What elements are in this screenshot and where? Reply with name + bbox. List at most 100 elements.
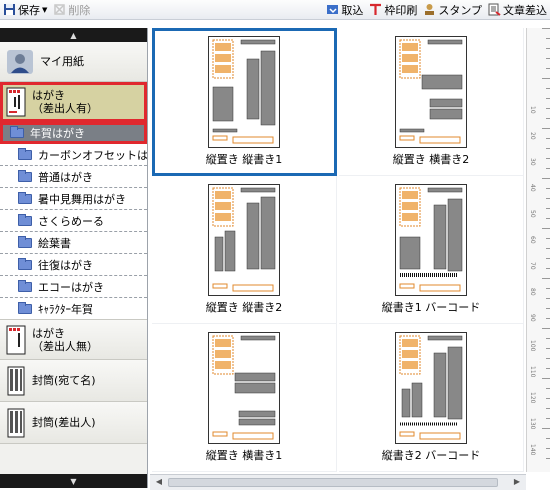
sidebar-item-envelope-from[interactable]: 封筒(差出人) xyxy=(0,402,147,444)
sidebar-subitem-nenga[interactable]: 年賀はがき xyxy=(0,122,147,144)
ruler-tick xyxy=(546,368,550,369)
scrollbar-thumb[interactable] xyxy=(168,478,498,487)
scroll-right-icon[interactable]: ▶ xyxy=(512,477,522,488)
template-cell[interactable]: 縦書き1 バーコード xyxy=(339,176,524,324)
ruler-tick xyxy=(542,228,550,229)
postcard-preview xyxy=(395,184,467,296)
ruler-number: 110 xyxy=(529,366,536,378)
ruler-tick xyxy=(546,58,550,59)
template-cell[interactable]: 縦置き 横書き2 xyxy=(339,28,524,176)
template-grid: 縦置き 縦書き1 縦置き 横書き2 縦置き 縦書き2 縦書き1 バーコード 縦置… xyxy=(150,28,524,472)
folder-icon xyxy=(18,169,32,182)
scroll-left-icon[interactable]: ◀ xyxy=(154,477,164,488)
folder-icon xyxy=(18,235,32,248)
sidebar-subitem-label: ｷｬﾗｸﾀｰ年賀 xyxy=(38,302,93,316)
ruler-tick xyxy=(542,328,550,329)
sidebar-subitem-label: 往復はがき xyxy=(38,258,93,272)
sidebar-item-postcard-no-sender[interactable]: はがき （差出人無） xyxy=(0,320,147,360)
stamp-button[interactable]: スタンプ xyxy=(420,1,485,19)
ruler-number: 20 xyxy=(529,132,536,140)
sidebar-subitem-label: エコーはがき xyxy=(38,280,104,294)
sidebar-subitem-label: 絵葉書 xyxy=(38,236,71,250)
sidebar-subitem-label: 暑中見舞用はがき xyxy=(38,192,126,206)
text-insert-button[interactable]: 文章差込 xyxy=(485,1,550,19)
ruler-tick xyxy=(546,288,550,289)
sidebar-subitem-summer[interactable]: 暑中見舞用はがき xyxy=(0,188,147,210)
sidebar-item-my-paper[interactable]: マイ用紙 xyxy=(0,42,147,82)
ruler-number: 90 xyxy=(529,314,536,322)
sidebar-item-text: はがき （差出人有） xyxy=(32,89,98,115)
save-button[interactable]: 保存 ▼ xyxy=(0,1,50,19)
sidebar-item-label: マイ用紙 xyxy=(40,55,84,68)
ruler-tick xyxy=(546,348,550,349)
sidebar-subitem-echo[interactable]: エコーはがき xyxy=(0,276,147,298)
template-cell[interactable]: 縦置き 横書き1 xyxy=(152,324,337,472)
sidebar-item-text: はがき （差出人無） xyxy=(32,327,98,353)
sidebar-subitem-sakura[interactable]: さくらめーる xyxy=(0,210,147,232)
import-label: 取込 xyxy=(341,3,364,17)
template-cell[interactable]: 縦書き2 バーコード xyxy=(339,324,524,472)
sidebar-subitem-normal[interactable]: 普通はがき xyxy=(0,166,147,188)
ruler-tick xyxy=(542,378,550,379)
chevron-down-icon[interactable]: ▼ xyxy=(42,6,47,14)
sidebar-scroll-up[interactable]: ▲ xyxy=(0,28,147,42)
sidebar-item-label: はがき xyxy=(32,326,65,340)
template-label: 縦書き2 バーコード xyxy=(381,449,481,462)
envelope-icon xyxy=(6,366,26,396)
ruler-tick xyxy=(542,278,550,279)
ruler-tick xyxy=(546,388,550,389)
toolbar: 保存 ▼ 削除 取込 枠印刷 スタンプ 文章差込 xyxy=(0,0,550,20)
frame-print-button[interactable]: 枠印刷 xyxy=(366,1,420,19)
delete-button[interactable]: 削除 xyxy=(50,1,93,19)
sidebar-scroll-down[interactable]: ▼ xyxy=(0,474,147,488)
ruler-tick xyxy=(546,358,550,359)
ruler-number: 70 xyxy=(529,262,536,270)
ruler-tick xyxy=(546,338,550,339)
postcard-preview xyxy=(208,36,280,148)
template-label: 縦置き 横書き1 xyxy=(205,449,283,462)
text-insert-label: 文章差込 xyxy=(503,3,547,17)
sidebar-subitem-picture[interactable]: 絵葉書 xyxy=(0,232,147,254)
sidebar-subitem-reply[interactable]: 往復はがき xyxy=(0,254,147,276)
sidebar-item-label: はがき xyxy=(32,88,65,102)
ruler-tick xyxy=(546,458,550,459)
postcard-preview xyxy=(208,332,280,444)
folder-icon xyxy=(18,301,32,314)
sidebar-item-label: 封筒(宛て名) xyxy=(32,374,96,387)
horizontal-scrollbar[interactable]: ◀ ▶ xyxy=(150,474,526,490)
sidebar-subitem-character[interactable]: ｷｬﾗｸﾀｰ年賀 xyxy=(0,298,147,320)
postcard-icon xyxy=(6,87,26,117)
postcard-preview xyxy=(395,332,467,444)
ruler-tick xyxy=(546,448,550,449)
template-label: 縦置き 横書き2 xyxy=(392,153,470,166)
sidebar: ▲ マイ用紙 はがき （差出人有） 年賀はがき カーボンオフセットはがき 普通は… xyxy=(0,28,148,488)
delete-icon xyxy=(53,3,66,16)
text-insert-icon xyxy=(488,3,501,16)
postcard-preview xyxy=(395,36,467,148)
template-cell[interactable]: 縦置き 縦書き1 xyxy=(152,28,337,176)
folder-icon xyxy=(18,191,32,204)
stamp-icon xyxy=(423,3,436,16)
template-label: 縦書き1 バーコード xyxy=(381,301,481,314)
template-cell[interactable]: 縦置き 縦書き2 xyxy=(152,176,337,324)
import-icon xyxy=(326,3,339,16)
sidebar-item-envelope-to[interactable]: 封筒(宛て名) xyxy=(0,360,147,402)
ruler-tick xyxy=(546,418,550,419)
template-label: 縦置き 縦書き2 xyxy=(205,301,283,314)
delete-label: 削除 xyxy=(68,3,91,17)
ruler-tick xyxy=(546,38,550,39)
ruler-tick xyxy=(542,128,550,129)
ruler-tick xyxy=(546,148,550,149)
ruler-tick xyxy=(546,48,550,49)
ruler-tick xyxy=(546,238,550,239)
ruler-number: 10 xyxy=(529,106,536,114)
user-icon xyxy=(6,48,34,76)
sidebar-subitem-carbon-offset[interactable]: カーボンオフセットはがき xyxy=(0,144,147,166)
ruler-tick xyxy=(546,258,550,259)
import-button[interactable]: 取込 xyxy=(323,1,366,19)
ruler-tick xyxy=(546,158,550,159)
ruler-tick xyxy=(546,88,550,89)
ruler-tick xyxy=(546,248,550,249)
ruler-tick xyxy=(546,208,550,209)
sidebar-item-postcard-with-sender[interactable]: はがき （差出人有） xyxy=(0,82,147,122)
